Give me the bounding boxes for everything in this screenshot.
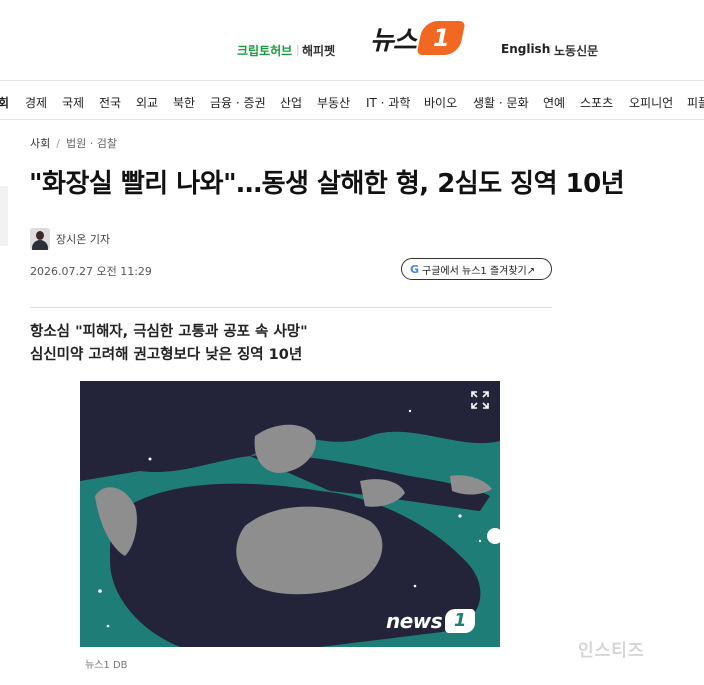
article-headline: "화장실 빨리 나와"…동생 살해한 형, 2심도 징역 10년 [29,169,625,199]
nav-item-national[interactable]: 전국 [99,94,121,111]
happypet-link[interactable]: 해피펫 [302,42,335,59]
nav-item-people[interactable]: 피플 [687,94,704,111]
reporter-name[interactable]: 장시온 기자 [56,231,110,247]
nav-item-diplomacy[interactable]: 외교 [136,94,158,111]
nav-item-economy[interactable]: 경제 [25,94,47,111]
image-logo-text: news [386,609,443,633]
header-separator: | [296,43,300,56]
byline: 장시온 기자 [30,228,110,250]
image-news1-logo: news 1 [386,609,476,633]
nav-item-lifestyle[interactable]: 생활 · 문화 [473,94,529,111]
nav-item-industry[interactable]: 산업 [280,94,302,111]
article-subheadlines: 항소심 "피해자, 극심한 고통과 공포 속 사망" 심신미약 고려해 권고형보… [30,321,308,367]
breadcrumb-separator: / [56,137,60,150]
subheadline-2: 심신미약 고려해 권고형보다 낮은 징역 10년 [30,347,303,363]
nav-item-finance[interactable]: 금융 · 증권 [210,94,266,111]
avatar-head [36,231,44,240]
subheadline-1: 항소심 "피해자, 극심한 고통과 공포 속 사망" [30,324,308,340]
breadcrumb-subsection[interactable]: 법원 · 검찰 [66,137,117,150]
article-image[interactable]: news 1 [80,381,500,647]
reporter-avatar[interactable] [30,228,50,250]
category-nav: 회 경제 국제 전국 외교 북한 금융 · 증권 산업 부동산 IT · 과학 … [0,80,704,120]
nav-item-it-science[interactable]: IT · 과학 [366,94,410,111]
news1-logo[interactable]: 뉴스 1 [370,18,466,58]
nav-item-north-korea[interactable]: 북한 [173,94,195,111]
google-favorite-label: 구글에서 뉴스1 즐겨찾기↗ [422,265,536,277]
nav-item-society[interactable]: 회 [0,94,9,111]
image-caption: 뉴스1 DB [85,660,128,671]
publish-datetime: 2026.07.27 오전 11:29 [30,265,152,278]
nav-item-sports[interactable]: 스포츠 [580,94,613,111]
avatar-body [32,240,48,250]
section-divider [30,307,552,308]
image-logo-badge: 1 [445,609,476,633]
google-icon: G [410,262,420,276]
nav-item-real-estate[interactable]: 부동산 [317,94,350,111]
labor-newspaper-link[interactable]: 노동신문 [554,42,598,59]
logo-badge-number: 1 [432,24,450,52]
nav-item-opinion[interactable]: 오피니언 [629,94,673,111]
english-link[interactable]: English [501,42,550,56]
google-favorite-button[interactable]: G 구글에서 뉴스1 즐겨찾기↗ [401,258,552,280]
logo-badge: 1 [416,21,466,55]
watermark: 인스티즈 [578,641,645,661]
logo-text: 뉴스 [370,25,417,56]
illustration [80,381,500,647]
cryptohub-link[interactable]: 크립토허브 [237,42,292,59]
breadcrumb-section[interactable]: 사회 [30,137,50,150]
header-separator: | [548,43,552,56]
nav-item-international[interactable]: 국제 [62,94,84,111]
site-header: 크립토허브 | 해피펫 뉴스 1 English | 노동신문 [0,0,704,80]
left-edge-shadow [0,186,8,246]
nav-item-bio[interactable]: 바이오 [424,94,457,111]
expand-icon[interactable] [470,390,490,410]
nav-item-entertainment[interactable]: 연예 [543,94,565,111]
breadcrumb: 사회 / 법원 · 검찰 [30,135,117,151]
